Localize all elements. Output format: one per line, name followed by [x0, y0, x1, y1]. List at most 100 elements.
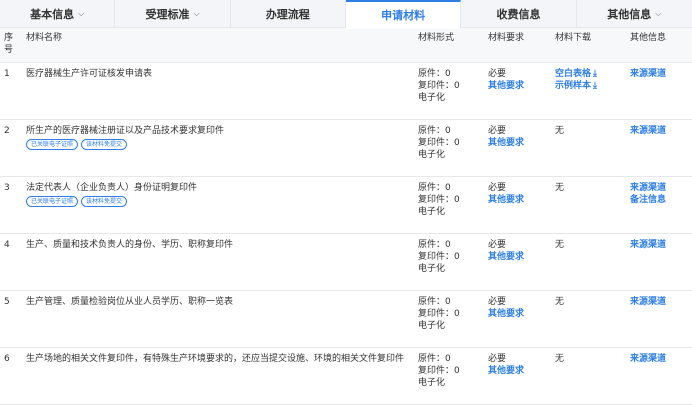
tab-label: 办理流程: [265, 7, 310, 21]
tab-label: 基本信息: [30, 7, 75, 21]
download-label: 示例样本: [555, 81, 592, 91]
header-requirement: 材料要求: [484, 28, 551, 63]
material-form-cell: 原件：0 复印件：0 电子化: [414, 347, 484, 405]
other-requirements-link[interactable]: 其他要求: [488, 194, 547, 206]
download-cell: 空白表格 ⤓ 示例样本 ⤓: [551, 62, 626, 120]
status-tag: 该材料免提交: [81, 196, 128, 207]
materials-table: 序号 材料名称 材料形式 材料要求 材料下载 其他信息 1 医疗器械生产许可证核发…: [0, 28, 692, 405]
material-name-cell: 医疗器械生产许可证核发申请表: [22, 62, 414, 120]
material-name: 法定代表人（企业负责人）身份证明复印件: [26, 183, 198, 193]
other-requirements-link[interactable]: 其他要求: [488, 308, 547, 320]
other-info-link[interactable]: 来源渠道: [630, 353, 688, 365]
header-other: 其他信息: [626, 28, 692, 63]
form-line: 复印件：0: [418, 81, 460, 91]
download-cell: 无: [551, 119, 626, 177]
download-none: 无: [555, 183, 565, 193]
other-requirements-link[interactable]: 其他要求: [488, 365, 547, 377]
tab-3[interactable]: 申请材料: [345, 0, 462, 29]
requirement-text: 必要: [488, 297, 507, 307]
other-info-cell: 来源渠道: [626, 62, 692, 120]
download-none: 无: [555, 240, 565, 250]
table-row: 3 法定代表人（企业负责人）身份证明复印件 已关联电子证照 该材料免提交 原件：0 复印件…: [0, 176, 692, 234]
requirement-text: 必要: [488, 354, 507, 364]
material-name-cell: 所生产的医疗器械注册证以及产品技术要求复印件 已关联电子证照 该材料免提交: [22, 119, 414, 177]
table-row: 4 生产、质量和技术负责人的身份、学历、职称复印件 原件：0 复印件：0 电子化 必要 其他…: [0, 233, 692, 291]
form-line: 复印件：0: [418, 195, 460, 205]
row-number: 2: [0, 119, 22, 177]
form-line: 复印件：0: [418, 138, 460, 148]
chevron-down-icon: ⌵: [78, 8, 85, 18]
download-cell: 无: [551, 347, 626, 405]
material-form-cell: 原件：0 复印件：0 电子化: [414, 233, 484, 291]
chevron-down-icon: ⌵: [655, 8, 662, 18]
tab-2[interactable]: 办理流程: [231, 0, 346, 27]
status-tag: 已关联电子证照: [26, 196, 79, 207]
requirement-cell: 必要 其他要求: [484, 62, 551, 120]
download-icon: ⤓: [593, 81, 597, 91]
material-form-cell: 原件：0 复印件：0 电子化: [414, 119, 484, 177]
form-line: 复印件：0: [418, 252, 460, 262]
other-info-cell: 来源渠道: [626, 290, 692, 348]
header-no: 序号: [0, 28, 22, 63]
material-name: 生产、质量和技术负责人的身份、学历、职称复印件: [26, 240, 234, 250]
tab-bar: 基本信息 ⌵ 受理标准 ⌵ 办理流程 申请材料 收费信息 其他信息 ⌵: [0, 0, 692, 29]
requirement-text: 必要: [488, 126, 507, 136]
material-name: 医疗器械生产许可证核发申请表: [26, 69, 153, 79]
table-row: 6 生产场地的相关文件复印件，有特殊生产环境要求的，还应当提交设施、环境的相关文件…: [0, 347, 692, 405]
table-row: 5 生产管理、质量检验岗位从业人员学历、职称一览表 原件：0 复印件：0 电子化 必要 其他…: [0, 290, 692, 348]
row-number: 6: [0, 347, 22, 405]
row-number: 3: [0, 176, 22, 234]
material-name-cell: 生产场地的相关文件复印件，有特殊生产环境要求的，还应当提交设施、环境的相关文件复…: [22, 347, 414, 405]
other-info-cell: 来源渠道: [626, 119, 692, 177]
other-requirements-link[interactable]: 其他要求: [488, 80, 547, 92]
form-line: 电子化: [418, 321, 446, 331]
form-line: 原件：0: [418, 183, 451, 193]
form-line: 原件：0: [418, 126, 451, 136]
requirement-text: 必要: [488, 69, 507, 79]
download-cell: 无: [551, 233, 626, 291]
tab-4[interactable]: 收费信息: [461, 0, 577, 27]
download-icon: ⤓: [593, 69, 597, 79]
form-line: 电子化: [418, 93, 446, 103]
form-line: 原件：0: [418, 69, 451, 79]
material-form-cell: 原件：0 复印件：0 电子化: [414, 62, 484, 120]
requirement-text: 必要: [488, 183, 507, 193]
form-line: 电子化: [418, 378, 446, 388]
material-name: 生产管理、质量检验岗位从业人员学历、职称一览表: [26, 297, 234, 307]
tab-label: 收费信息: [496, 7, 541, 21]
form-line: 电子化: [418, 207, 446, 217]
tab-0[interactable]: 基本信息 ⌵: [0, 0, 116, 27]
requirement-cell: 必要 其他要求: [484, 119, 551, 177]
other-info-link[interactable]: 来源渠道: [630, 296, 688, 308]
download-cell: 无: [551, 176, 626, 234]
other-info-link[interactable]: 来源渠道: [630, 125, 688, 137]
other-info-cell: 来源渠道: [626, 347, 692, 405]
requirement-text: 必要: [488, 240, 507, 250]
form-line: 电子化: [418, 264, 446, 274]
other-requirements-link[interactable]: 其他要求: [488, 137, 547, 149]
other-info-link[interactable]: 来源渠道: [630, 182, 688, 194]
download-link[interactable]: 空白表格 ⤓: [555, 68, 622, 80]
form-line: 原件：0: [418, 354, 451, 364]
download-link[interactable]: 示例样本 ⤓: [555, 80, 622, 92]
other-info-link[interactable]: 来源渠道: [630, 68, 688, 80]
material-name: 生产场地的相关文件复印件，有特殊生产环境要求的，还应当提交设施、环境的相关文件复…: [26, 354, 405, 364]
download-none: 无: [555, 354, 565, 364]
other-info-link[interactable]: 来源渠道: [630, 239, 688, 251]
other-info-cell: 来源渠道 备注信息: [626, 176, 692, 234]
other-requirements-link[interactable]: 其他要求: [488, 251, 547, 263]
table-row: 1 医疗器械生产许可证核发申请表 原件：0 复印件：0 电子化 必要 其他要求 空白表格 ⤓ 示例…: [0, 62, 692, 120]
tab-1[interactable]: 受理标准 ⌵: [115, 0, 231, 27]
material-form-cell: 原件：0 复印件：0 电子化: [414, 176, 484, 234]
download-cell: 无: [551, 290, 626, 348]
tab-label: 受理标准: [145, 7, 190, 21]
row-number: 5: [0, 290, 22, 348]
material-name: 所生产的医疗器械注册证以及产品技术要求复印件: [26, 126, 225, 136]
requirement-cell: 必要 其他要求: [484, 347, 551, 405]
tab-5[interactable]: 其他信息 ⌵: [577, 0, 692, 27]
header-download: 材料下载: [551, 28, 626, 63]
other-info-link[interactable]: 备注信息: [630, 194, 688, 206]
tag-group: 已关联电子证照 该材料免提交: [26, 137, 410, 150]
material-form-cell: 原件：0 复印件：0 电子化: [414, 290, 484, 348]
status-tag: 已关联电子证照: [26, 139, 79, 150]
